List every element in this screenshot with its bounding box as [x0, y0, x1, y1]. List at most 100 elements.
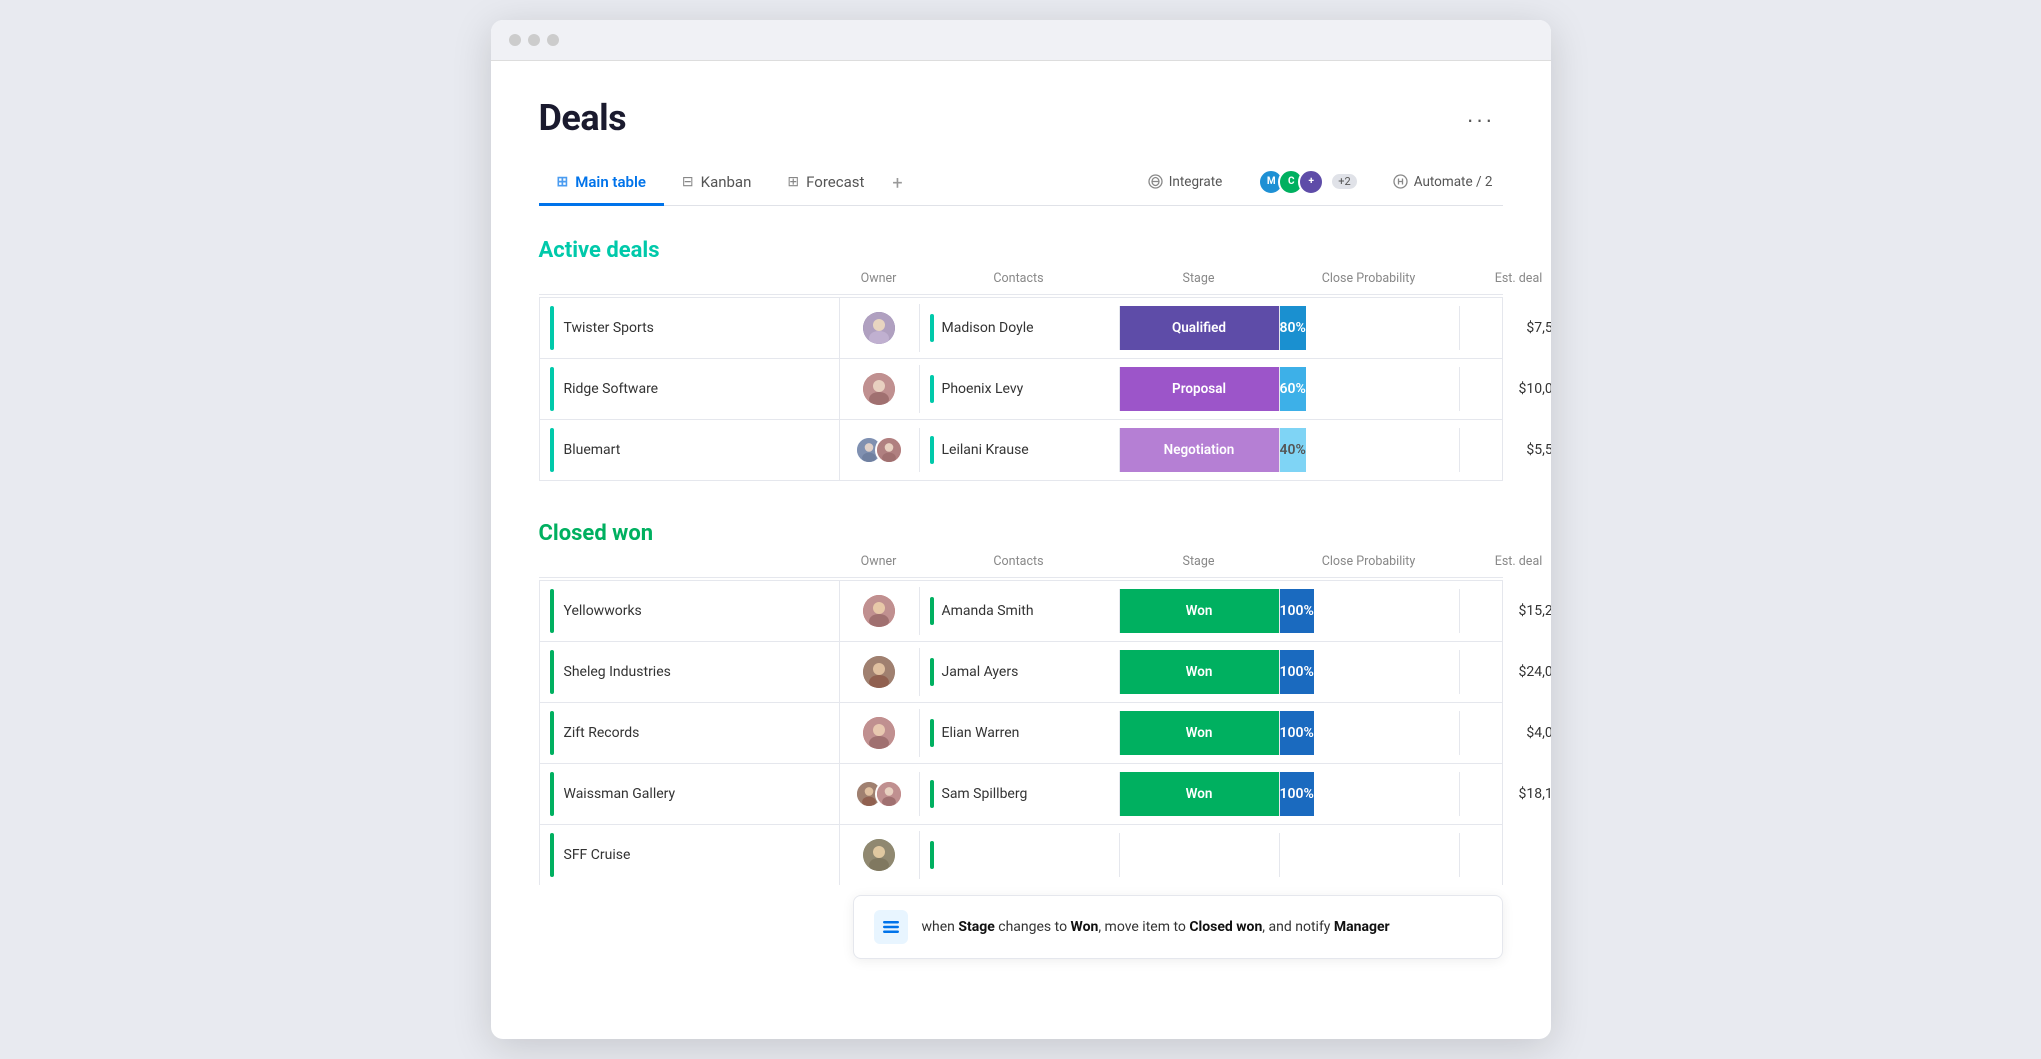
row-accent-green-4: [550, 772, 554, 816]
table-icon: ⊞: [557, 174, 569, 190]
contact-name-yellowworks: Amanda Smith: [942, 603, 1034, 619]
col-header-name-active: [539, 267, 839, 290]
contact-name-twister: Madison Doyle: [942, 320, 1034, 336]
automation-bar[interactable]: when Stage changes to Won, move item to …: [853, 895, 1503, 959]
tab-forecast[interactable]: ⊞ Forecast: [769, 163, 882, 206]
contact-inner-yellowworks: Amanda Smith: [930, 597, 1034, 625]
app-content: Deals ··· ⊞ Main table ⊟ Kanban ⊞ Foreca…: [491, 61, 1551, 1039]
col-header-owner-active: Owner: [839, 267, 919, 290]
browser-dot-2: [528, 34, 540, 46]
cell-stage-waissman[interactable]: Won: [1120, 772, 1280, 816]
tabs-right: Integrate M C + +2 Automate / 2: [1138, 164, 1503, 204]
table-row: SFF Cruise: [539, 824, 1503, 885]
owner-face-sheleg: [863, 656, 895, 688]
contact-bar-zift: [930, 719, 934, 747]
cell-prob-bluemart: 40%: [1280, 428, 1460, 472]
table-row: Yellowworks Amanda Smith: [539, 580, 1503, 641]
contact-inner-ridge: Phoenix Levy: [930, 375, 1024, 403]
automate-button[interactable]: Automate / 2: [1383, 169, 1503, 195]
active-deals-title: Active deals: [539, 238, 660, 263]
automation-text: when Stage changes to Won, move item to …: [922, 919, 1390, 935]
cell-stage-zift[interactable]: Won: [1120, 711, 1280, 755]
cell-contact-sff: [920, 833, 1120, 877]
avatar-group: M C +: [1258, 169, 1324, 195]
cell-stage-twister[interactable]: Qualified: [1120, 306, 1280, 350]
deal-name-yellowworks: Yellowworks: [564, 603, 642, 619]
avatar-3: +: [1298, 169, 1324, 195]
cell-prob-twister: 80%: [1280, 306, 1460, 350]
cell-stage-ridge[interactable]: Proposal: [1120, 367, 1280, 411]
automate-icon: [1393, 174, 1408, 189]
cell-deal-twister: $7,500: [1460, 306, 1551, 350]
cell-contact-ridge: Phoenix Levy: [920, 367, 1120, 411]
active-deals-section: Active deals Owner Contacts Stage Close …: [539, 238, 1503, 481]
col-header-prob-active: Close Probability: [1279, 267, 1459, 290]
cell-stage-sff: [1120, 833, 1280, 877]
cell-deal-waissman: $18,100: [1460, 772, 1551, 816]
automation-icon: [874, 910, 908, 944]
cell-name-waissman[interactable]: Waissman Gallery: [540, 764, 840, 824]
integrate-label: Integrate: [1169, 174, 1223, 190]
tab-kanban[interactable]: ⊟ Kanban: [664, 163, 769, 206]
closed-won-title: Closed won: [539, 521, 654, 546]
cell-name-sff[interactable]: SFF Cruise: [540, 825, 840, 885]
table-row: Zift Records Elian Warren: [539, 702, 1503, 763]
contact-inner-waissman: Sam Spillberg: [930, 780, 1028, 808]
automation-lines-icon: [881, 917, 901, 937]
cell-contact-sheleg: Jamal Ayers: [920, 650, 1120, 694]
contact-inner-sheleg: Jamal Ayers: [930, 658, 1019, 686]
col-header-deal-active: Est. deal: [1459, 267, 1551, 290]
more-options-button[interactable]: ···: [1459, 103, 1503, 137]
cell-name-ridge[interactable]: Ridge Software: [540, 359, 840, 419]
active-deals-header: Active deals: [539, 238, 1503, 263]
avatar-twister: [863, 312, 895, 344]
row-accent-green-1: [550, 589, 554, 633]
cell-deal-bluemart: $5,500: [1460, 428, 1551, 472]
cell-name-bluemart[interactable]: Bluemart: [540, 420, 840, 480]
cell-stage-yellowworks[interactable]: Won: [1120, 589, 1280, 633]
owner-face-zift: [863, 717, 895, 749]
table-row: Bluemart: [539, 419, 1503, 481]
cell-name-yellowworks[interactable]: Yellowworks: [540, 581, 840, 641]
avatar-bluemart-2: [875, 436, 903, 464]
contact-inner-zift: Elian Warren: [930, 719, 1020, 747]
contact-bar-twister: [930, 314, 934, 342]
kanban-icon: ⊟: [682, 174, 694, 190]
cell-owner-bluemart: [840, 428, 920, 472]
cell-owner-sheleg: [840, 648, 920, 696]
cell-contact-zift: Elian Warren: [920, 711, 1120, 755]
avatar-badge-count: +2: [1332, 174, 1356, 189]
contact-bar-waissman: [930, 780, 934, 808]
browser-dot-3: [547, 34, 559, 46]
integrate-button[interactable]: Integrate: [1138, 169, 1233, 195]
cell-deal-yellowworks: $15,200: [1460, 589, 1551, 633]
row-accent-green-2: [550, 650, 554, 694]
active-deals-col-headers: Owner Contacts Stage Close Probability E…: [539, 263, 1503, 295]
cell-name-zift[interactable]: Zift Records: [540, 703, 840, 763]
cell-stage-bluemart[interactable]: Negotiation: [1120, 428, 1280, 472]
row-accent-green-3: [550, 711, 554, 755]
prob-bar-yellowworks: 100%: [1280, 589, 1314, 633]
avatar-sff: [863, 839, 895, 871]
stage-badge-yellowworks: Won: [1120, 589, 1279, 633]
tab-add-button[interactable]: +: [882, 163, 912, 206]
avatar-yellowworks: [863, 595, 895, 627]
cell-name-sheleg[interactable]: Sheleg Industries: [540, 642, 840, 702]
browser-dot-1: [509, 34, 521, 46]
contact-bar-sff: [930, 841, 934, 869]
deal-name-ridge: Ridge Software: [564, 381, 659, 397]
cell-name-twister[interactable]: Twister Sports: [540, 298, 840, 358]
table-row: Twister Sports Madison: [539, 297, 1503, 358]
deal-name-bluemart: Bluemart: [564, 442, 621, 458]
cell-prob-sheleg: 100%: [1280, 650, 1460, 694]
contact-bar-yellowworks: [930, 597, 934, 625]
contact-name-ridge: Phoenix Levy: [942, 381, 1024, 397]
cell-deal-zift: $4,000: [1460, 711, 1551, 755]
prob-bar-waissman: 100%: [1280, 772, 1314, 816]
table-row: Waissman Gallery: [539, 763, 1503, 824]
owner-face-ridge: [863, 373, 895, 405]
stage-badge-sheleg: Won: [1120, 650, 1279, 694]
tab-main-table[interactable]: ⊞ Main table: [539, 163, 664, 206]
stage-badge-waissman: Won: [1120, 772, 1279, 816]
cell-stage-sheleg[interactable]: Won: [1120, 650, 1280, 694]
